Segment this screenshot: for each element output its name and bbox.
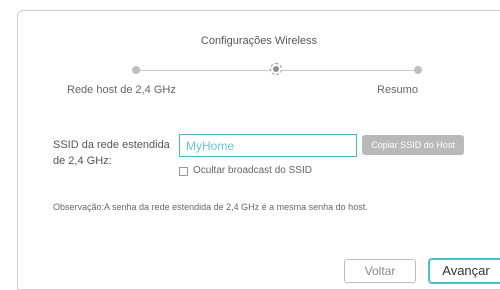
step-dot-summary [414, 66, 422, 74]
next-button[interactable]: Avançar [428, 258, 500, 284]
step-dot-host-network [132, 66, 140, 74]
step-label-host-network: Rede host de 2,4 GHz [67, 84, 176, 96]
hide-ssid-broadcast-label: Ocultar broadcast do SSID [193, 165, 312, 176]
step-title: Configurações Wireless [200, 35, 318, 47]
wireless-settings-card: Configurações Wireless Rede host de 2,4 … [17, 10, 500, 290]
step-dot-current [270, 63, 282, 75]
step-label-summary: Resumo [377, 84, 418, 96]
ssid-label: SSID da rede estendida de 2,4 GHz: [53, 139, 170, 167]
back-button[interactable]: Voltar [344, 259, 416, 283]
copy-host-ssid-button[interactable]: Copiar SSID do Host [362, 135, 464, 155]
ssid-input[interactable] [179, 134, 357, 157]
hide-ssid-broadcast-checkbox[interactable] [179, 167, 188, 176]
password-note: Observação:A senha da rede estendida de … [53, 202, 368, 212]
